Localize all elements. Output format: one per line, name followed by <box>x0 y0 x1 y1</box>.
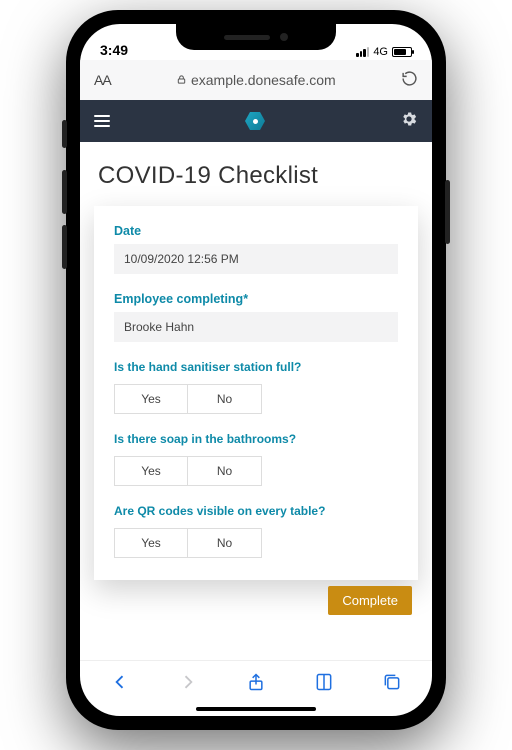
q2-yes-button[interactable]: Yes <box>114 456 188 486</box>
menu-button[interactable] <box>94 115 110 127</box>
cellular-signal-icon <box>356 47 369 57</box>
question-1: Is the hand sanitiser station full? <box>114 360 398 374</box>
phone-notch <box>176 24 336 50</box>
url-text: example.donesafe.com <box>191 72 336 88</box>
status-right: 4G <box>356 46 412 58</box>
employee-label-text: Employee completing <box>114 292 243 306</box>
form-card: Date 10/09/2020 12:56 PM Employee comple… <box>94 206 418 580</box>
phone-side-button <box>62 120 67 148</box>
question-2-options: Yes No <box>114 456 398 486</box>
status-time: 3:49 <box>100 42 128 58</box>
required-mark: * <box>243 292 248 306</box>
employee-field[interactable]: Brooke Hahn <box>114 312 398 342</box>
phone-frame: 3:49 4G AA example.donesafe.com <box>66 10 446 730</box>
safari-toolbar <box>80 660 432 702</box>
question-3: Are QR codes visible on every table? <box>114 504 398 518</box>
app-header <box>80 100 432 142</box>
date-field[interactable]: 10/09/2020 12:56 PM <box>114 244 398 274</box>
page-title: COVID-19 Checklist <box>98 162 414 190</box>
home-indicator[interactable] <box>80 702 432 716</box>
share-button[interactable] <box>246 672 266 692</box>
tabs-button[interactable] <box>382 672 402 692</box>
bookmarks-button[interactable] <box>314 672 334 692</box>
lock-icon <box>176 72 187 88</box>
question-3-options: Yes No <box>114 528 398 558</box>
phone-side-button <box>62 225 67 269</box>
app-logo-icon <box>245 111 265 131</box>
question-2: Is there soap in the bathrooms? <box>114 432 398 446</box>
battery-icon <box>392 47 412 57</box>
page-content: COVID-19 Checklist Date 10/09/2020 12:56… <box>80 142 432 660</box>
question-1-options: Yes No <box>114 384 398 414</box>
complete-button[interactable]: Complete <box>328 586 412 615</box>
forward-button[interactable] <box>178 672 198 692</box>
network-label: 4G <box>373 46 388 58</box>
url-display[interactable]: example.donesafe.com <box>121 72 391 88</box>
text-size-button[interactable]: AA <box>94 72 111 88</box>
back-button[interactable] <box>110 672 130 692</box>
q2-no-button[interactable]: No <box>188 456 262 486</box>
refresh-button[interactable] <box>401 70 418 91</box>
employee-label: Employee completing* <box>114 292 398 306</box>
phone-screen: 3:49 4G AA example.donesafe.com <box>80 24 432 716</box>
q1-yes-button[interactable]: Yes <box>114 384 188 414</box>
complete-row: Complete <box>100 586 412 615</box>
q1-no-button[interactable]: No <box>188 384 262 414</box>
settings-button[interactable] <box>400 110 418 133</box>
q3-yes-button[interactable]: Yes <box>114 528 188 558</box>
browser-url-bar: AA example.donesafe.com <box>80 60 432 100</box>
date-label: Date <box>114 224 398 238</box>
q3-no-button[interactable]: No <box>188 528 262 558</box>
phone-side-button <box>62 170 67 214</box>
phone-side-button <box>445 180 450 244</box>
